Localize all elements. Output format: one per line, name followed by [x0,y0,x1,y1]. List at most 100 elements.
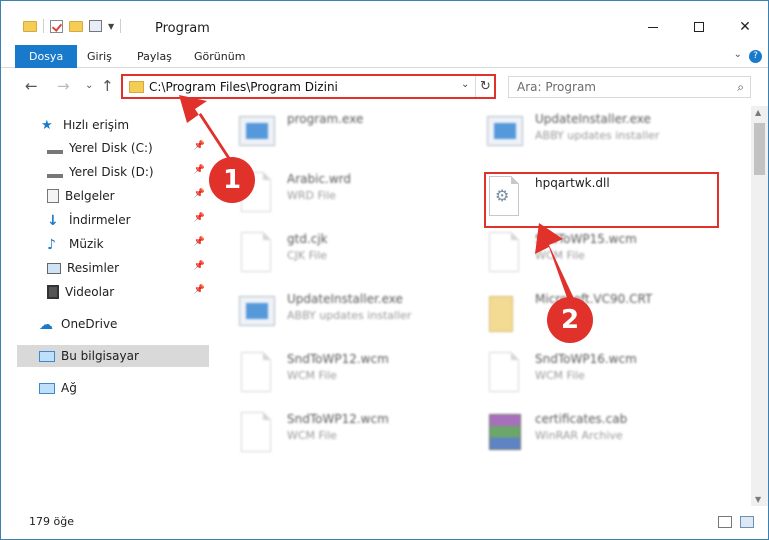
file-name: UpdateInstaller.exe [535,112,651,126]
new-folder-icon[interactable] [69,20,83,32]
window-title: Program [155,21,210,36]
navigation-pane: ★ Hızlı erişim Yerel Disk (C:) 📌 Yerel D… [1,106,213,506]
qat-dropdown-icon[interactable]: ▼ [108,22,114,31]
file-type: CJK File [287,249,328,262]
item-count: 179 öğe [29,515,74,528]
address-bar[interactable]: C:\Program Files\Program Dizini ⌄ ↻ [121,74,496,99]
pin-icon[interactable]: 📌 [194,165,205,175]
properties-check-icon[interactable] [50,19,63,33]
scroll-up-icon[interactable]: ▲ [755,108,761,117]
customize-icon[interactable] [89,20,102,32]
separator [120,19,122,33]
sidebar-item-label: Videolar [65,285,115,299]
tab-home[interactable]: Giriş [87,45,112,68]
file-name: Arabic.wrd [287,172,352,186]
file-item[interactable]: SndToWP16.wcm WCM File [485,350,723,406]
file-name: SndToWP12.wcm [287,352,389,366]
sidebar-item-disk-c[interactable]: Yerel Disk (C:) 📌 [47,137,211,159]
documents-icon [47,189,59,203]
tab-file[interactable]: Dosya [15,45,78,68]
file-item[interactable]: Microsoft.VC90.CRT [485,290,723,346]
drive-icon [47,166,63,178]
exe-file-icon [237,110,277,158]
vertical-scrollbar[interactable]: ▲ ▼ [751,106,768,506]
forward-button[interactable]: → [57,77,70,95]
pin-icon[interactable]: 📌 [194,285,205,295]
search-input[interactable]: Ara: Program [517,80,596,94]
file-type: WRD File [287,189,336,202]
help-icon[interactable]: ? [749,50,762,63]
file-type: ABBY updates installer [535,129,660,142]
search-box[interactable]: Ara: Program ⌕ [508,76,751,98]
sidebar-item-disk-d[interactable]: Yerel Disk (D:) 📌 [47,161,211,183]
tab-view[interactable]: Görünüm [194,45,245,68]
sidebar-item-label: Ağ [61,381,77,395]
refresh-button[interactable]: ↻ [475,76,495,97]
download-icon: ↓ [47,213,59,229]
pin-icon[interactable]: 📌 [194,189,205,199]
file-list: program.exe UpdateInstaller.exe ABBY upda… [213,106,743,506]
sidebar-item-onedrive[interactable]: ☁ OneDrive [39,313,211,335]
pin-icon[interactable]: 📌 [194,213,205,223]
file-item[interactable]: certificates.cab WinRAR Archive [485,410,723,466]
sidebar-item-downloads[interactable]: ↓ İndirmeler 📌 [47,209,211,231]
file-item[interactable]: SndToWP12.wcm WCM File [237,350,475,406]
file-type: WCM File [287,369,337,382]
sidebar-item-network[interactable]: Ağ [39,377,211,399]
pin-icon[interactable]: 📌 [194,237,205,247]
sidebar-item-this-pc[interactable]: Bu bilgisayar [17,345,209,367]
search-icon: ⌕ [737,80,744,94]
file-item[interactable]: program.exe [237,110,475,166]
star-icon: ★ [41,118,53,133]
title-bar: ▼ Program ✕ [1,1,768,41]
sidebar-item-documents[interactable]: Belgeler 📌 [47,185,211,207]
scroll-thumb[interactable] [754,123,765,175]
tab-share[interactable]: Paylaş [137,45,172,68]
sidebar-item-music[interactable]: ♪ Müzik 📌 [47,233,211,255]
maximize-icon [694,22,704,32]
exe-file-icon [237,290,277,338]
ribbon-expand-icon[interactable]: ⌄ [734,49,742,60]
close-icon: ✕ [739,19,751,35]
sidebar-item-pictures[interactable]: Resimler 📌 [47,257,211,279]
file-item[interactable]: gtd.cjk CJK File [237,230,475,286]
back-button[interactable]: ← [25,77,38,95]
minimize-button[interactable] [630,13,676,41]
file-item[interactable]: Arabic.wrd WRD File [237,170,475,226]
document-file-icon [237,350,277,398]
status-bar: 179 öğe [1,507,768,539]
address-dropdown-icon[interactable]: ⌄ [461,79,469,90]
exe-file-icon [485,110,525,158]
maximize-button[interactable] [676,13,722,41]
pictures-icon [47,262,61,274]
folder-icon [23,20,37,32]
file-type: ABBY updates installer [287,309,412,322]
sidebar-item-label: Hızlı erişim [63,118,130,132]
music-icon: ♪ [47,237,56,253]
sidebar-item-videos[interactable]: Videolar 📌 [47,281,211,303]
videos-icon [47,285,59,299]
large-icons-view-icon[interactable] [740,516,754,528]
file-type: WCM File [287,429,337,442]
network-icon [39,382,55,394]
file-item[interactable]: SndToWP12.wcm WCM File [237,410,475,466]
address-path[interactable]: C:\Program Files\Program Dizini [149,80,338,94]
document-file-icon [237,410,277,458]
minimize-icon [648,26,658,28]
annotation-badge-2: 2 [547,297,593,343]
file-item[interactable]: SndToWP15.wcm WCM File [485,230,723,286]
annotation-badge-1: 1 [209,157,255,203]
archive-file-icon [485,410,525,458]
details-view-icon[interactable] [718,516,732,528]
file-item[interactable]: UpdateInstaller.exe ABBY updates installe… [485,110,723,166]
file-item[interactable]: UpdateInstaller.exe ABBY updates installe… [237,290,475,346]
folder-icon [129,81,144,93]
close-button[interactable]: ✕ [722,13,768,41]
scroll-down-icon[interactable]: ▼ [755,495,761,504]
up-button[interactable]: ↑ [101,77,114,95]
recent-locations-button[interactable]: ⌄ [85,80,93,91]
sidebar-item-label: Yerel Disk (C:) [69,141,153,155]
pin-icon[interactable]: 📌 [194,141,205,151]
pin-icon[interactable]: 📌 [194,261,205,271]
navigation-bar: ← → ⌄ ↑ C:\Program Files\Program Dizini … [1,73,768,101]
